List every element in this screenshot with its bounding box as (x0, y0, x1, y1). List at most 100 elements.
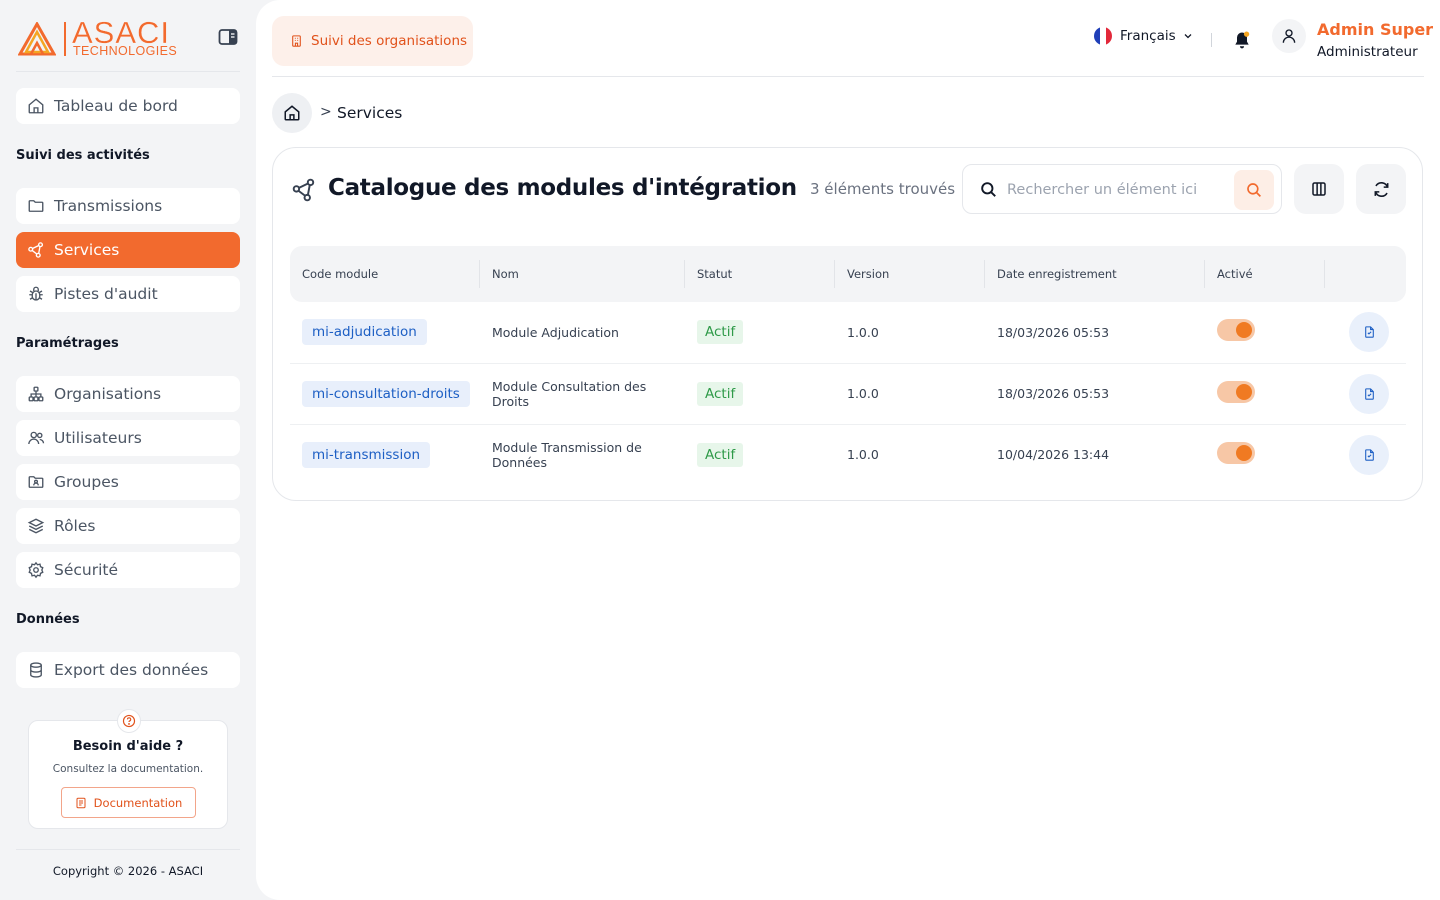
sidebar-item-roles[interactable]: Rôles (16, 508, 240, 544)
sidebar-item-label: Rôles (54, 517, 96, 535)
logo-row: ASACI TECHNOLOGIES (16, 16, 240, 72)
module-date: 18/03/2026 05:53 (985, 363, 1205, 425)
language-selector[interactable]: Français (1094, 26, 1194, 46)
sidebar-item-label: Transmissions (54, 197, 163, 215)
results-count: 3 éléments trouvés (810, 180, 956, 198)
documentation-button-label: Documentation (93, 795, 183, 810)
topbar: Suivi des organisations Français Admin S… (272, 0, 1433, 77)
folder-icon (26, 196, 46, 216)
module-name: Module Transmission de Données (492, 439, 642, 470)
file-icon (1364, 387, 1374, 400)
breadcrumb-current: Services (337, 104, 403, 122)
column-header-statut[interactable]: Statut (685, 246, 835, 302)
section-title-activites: Suivi des activités (16, 148, 150, 163)
refresh-button[interactable] (1356, 164, 1406, 214)
active-toggle[interactable] (1217, 380, 1255, 403)
column-header-version[interactable]: Version (835, 246, 985, 302)
view-document-button[interactable] (1349, 373, 1389, 414)
search-box (962, 164, 1282, 214)
collapse-sidebar-button[interactable] (216, 26, 240, 48)
sidebar-item-tableau-de-bord[interactable]: Tableau de bord (16, 88, 240, 124)
asaci-logo-mark (18, 22, 56, 56)
collapse-sidebar-icon (218, 29, 238, 45)
table-row: mi-consultation-droits Module Consultati… (290, 363, 1406, 425)
breadcrumb-separator: > (320, 104, 332, 120)
notifications-button[interactable] (1232, 30, 1252, 50)
sidebar-item-groupes[interactable]: Groupes (16, 464, 240, 500)
home-icon (26, 96, 46, 116)
status-badge: Actif (697, 442, 744, 467)
user-icon (1282, 29, 1296, 43)
column-header-actions (1325, 246, 1406, 302)
column-header-code[interactable]: Code module (290, 246, 480, 302)
avatar[interactable] (1272, 19, 1306, 53)
sidebar-item-label: Export des données (54, 661, 209, 679)
sidebar-item-organisations[interactable]: Organisations (16, 376, 240, 412)
section-title-donnees: Données (16, 612, 80, 627)
sidebar-item-pistes-audit[interactable]: Pistes d'audit (16, 276, 240, 312)
table-row: mi-adjudication Module Adjudication Acti… (290, 302, 1406, 364)
sidebar-item-label: Sécurité (54, 561, 119, 579)
sidebar-item-securite[interactable]: Sécurité (16, 552, 240, 588)
documentation-button[interactable]: Documentation (61, 787, 196, 818)
module-code-link[interactable]: mi-consultation-droits (302, 380, 470, 407)
view-document-button[interactable] (1349, 312, 1389, 353)
help-title: Besoin d'aide ? (72, 739, 184, 754)
file-icon (1364, 449, 1374, 461)
module-version: 1.0.0 (835, 363, 985, 425)
module-version: 1.0.0 (835, 302, 985, 364)
logo-divider (64, 22, 66, 56)
chevron-down-icon (1184, 34, 1192, 39)
help-subtitle: Consultez la documentation. (52, 763, 204, 775)
sidebar-item-label: Organisations (54, 385, 162, 403)
gear-icon (26, 560, 46, 580)
share-nodes-icon (26, 240, 46, 260)
sidebar-item-label: Tableau de bord (54, 97, 178, 115)
sidebar-item-label: Pistes d'audit (54, 285, 158, 303)
copyright: Copyright © 2026 - ASACI (16, 849, 240, 878)
columns-button[interactable] (1294, 164, 1344, 214)
table-header-row: Code module Nom Statut Version Date enre… (290, 246, 1406, 302)
search-icon (1247, 183, 1261, 197)
topbar-divider (1211, 33, 1212, 47)
search-button[interactable] (1234, 170, 1274, 210)
suivi-organisations-button[interactable]: Suivi des organisations (272, 16, 473, 66)
suivi-organisations-label: Suivi des organisations (311, 33, 468, 49)
status-badge: Actif (697, 320, 744, 345)
search-input[interactable] (1007, 177, 1227, 203)
search-icon (981, 182, 996, 197)
layers-icon (26, 516, 46, 536)
column-header-nom[interactable]: Nom (480, 246, 685, 302)
catalog-card: Catalogue des modules d'intégration 3 él… (272, 147, 1423, 501)
active-toggle[interactable] (1217, 441, 1255, 464)
user-name[interactable]: Admin Super (1317, 20, 1433, 39)
module-name: Module Adjudication (480, 302, 685, 364)
sidebar-item-label: Groupes (54, 473, 119, 491)
section-title-parametrages: Paramétrages (16, 336, 119, 351)
sidebar-item-utilisateurs[interactable]: Utilisateurs (16, 420, 240, 456)
breadcrumb-home-button[interactable] (272, 93, 312, 133)
module-code-link[interactable]: mi-transmission (302, 441, 431, 468)
column-header-date[interactable]: Date enregistrement (985, 246, 1205, 302)
column-header-active[interactable]: Activé (1205, 246, 1325, 302)
module-code-link[interactable]: mi-adjudication (302, 319, 427, 346)
users-icon (26, 428, 46, 448)
database-icon (26, 660, 46, 680)
hierarchy-icon (26, 384, 46, 404)
sidebar-item-transmissions[interactable]: Transmissions (16, 188, 240, 224)
view-document-button[interactable] (1349, 434, 1389, 475)
module-date: 18/03/2026 05:53 (985, 302, 1205, 364)
sidebar-item-export-donnees[interactable]: Export des données (16, 652, 240, 688)
page-title: Catalogue des modules d'intégration (328, 175, 797, 201)
active-toggle[interactable] (1217, 319, 1255, 342)
sidebar-item-label: Utilisateurs (54, 429, 142, 447)
module-name: Module Consultation des Droits (480, 363, 685, 425)
sidebar-item-services[interactable]: Services (16, 232, 240, 268)
main-content: Suivi des organisations Français Admin S… (256, 0, 1440, 900)
refresh-icon (1374, 181, 1388, 197)
status-badge: Actif (697, 381, 744, 406)
sidebar-item-label: Services (54, 241, 120, 259)
modules-table: Code module Nom Statut Version Date enre… (290, 246, 1406, 485)
sidebar: ASACI TECHNOLOGIES Tableau de bord Suivi… (0, 0, 256, 900)
columns-icon (1312, 182, 1326, 196)
